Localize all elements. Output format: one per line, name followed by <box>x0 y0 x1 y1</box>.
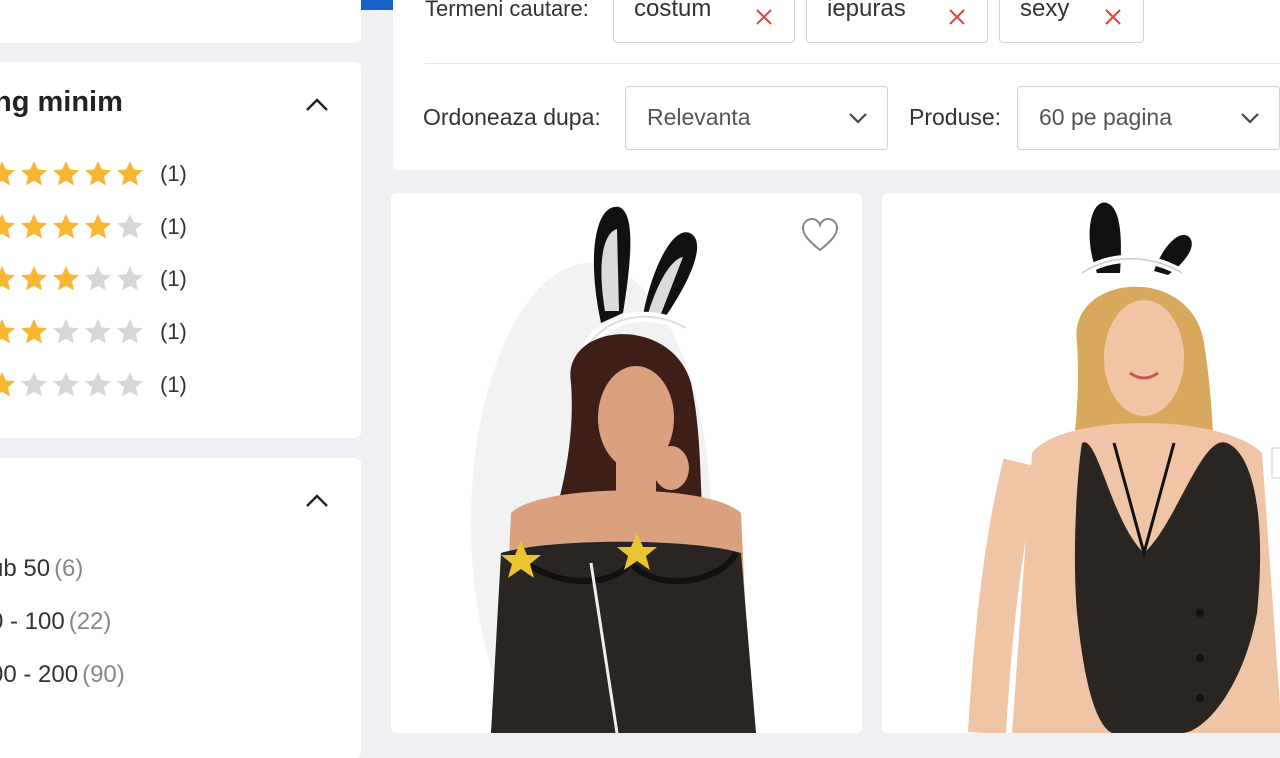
star-icon <box>82 158 114 190</box>
close-icon[interactable] <box>754 7 774 27</box>
star-icon <box>50 369 82 401</box>
sort-order-label: Ordoneaza dupa: <box>423 104 601 130</box>
star-icon <box>18 158 50 190</box>
star-icon <box>50 316 82 348</box>
heart-icon[interactable] <box>801 217 839 253</box>
sort-order-value: Relevanta <box>647 104 751 130</box>
price-range-label: 00 - 200 <box>0 661 79 688</box>
star-icon <box>50 263 82 295</box>
star-icon <box>0 263 18 295</box>
star-rating <box>0 369 146 401</box>
divider <box>425 63 1280 64</box>
price-option[interactable]: 00 - 200(90) <box>0 661 125 689</box>
star-icon <box>50 211 82 243</box>
star-icon <box>0 211 18 243</box>
rating-count: (1) <box>160 266 187 291</box>
star-icon <box>82 263 114 295</box>
price-range-count: (6) <box>54 555 84 582</box>
rating-filter-title: ng minim <box>0 86 123 118</box>
chevron-down-icon <box>1237 105 1263 131</box>
star-rating <box>0 263 146 295</box>
star-rating <box>0 316 146 348</box>
search-terms-label: Termeni cautare: <box>425 0 589 21</box>
chip-label: iepuras <box>827 0 906 22</box>
star-icon <box>18 316 50 348</box>
rating-option-5[interactable]: (1) <box>0 158 187 190</box>
chevron-up-icon[interactable] <box>304 488 330 514</box>
per-page-value: 60 pe pagina <box>1039 104 1173 130</box>
search-chip-costum: costum <box>613 0 795 43</box>
rating-count: (1) <box>160 214 187 239</box>
rating-count: (1) <box>160 319 187 344</box>
star-icon <box>82 211 114 243</box>
chip-label: sexy <box>1020 0 1070 22</box>
star-rating <box>0 211 146 243</box>
price-option[interactable]: 0 - 100(22) <box>0 608 111 636</box>
star-icon <box>114 263 146 295</box>
star-icon <box>0 316 18 348</box>
sort-order-select[interactable]: Relevanta <box>625 86 888 150</box>
search-chip-sexy: sexy <box>999 0 1144 43</box>
price-option[interactable]: ub 50(6) <box>0 555 83 583</box>
rating-option-3[interactable]: (1) <box>0 263 187 295</box>
chevron-up-icon[interactable] <box>304 92 330 118</box>
star-icon <box>114 316 146 348</box>
star-icon <box>82 316 114 348</box>
rating-count: (1) <box>160 161 187 186</box>
per-page-label: Produse: <box>909 104 1002 130</box>
product-card[interactable] <box>882 193 1280 733</box>
search-chip-iepuras: iepuras <box>806 0 988 43</box>
star-icon <box>18 369 50 401</box>
star-icon <box>18 211 50 243</box>
rating-count: (1) <box>160 372 187 397</box>
star-icon <box>114 158 146 190</box>
product-card[interactable] <box>391 193 862 733</box>
star-rating <box>0 158 146 190</box>
price-range-label: ub 50 <box>0 555 51 582</box>
star-icon <box>0 369 18 401</box>
product-image[interactable] <box>882 193 1280 733</box>
star-icon <box>18 263 50 295</box>
rating-option-1[interactable]: (1) <box>0 369 187 401</box>
product-image[interactable] <box>391 193 862 733</box>
close-icon[interactable] <box>947 7 967 27</box>
star-icon <box>82 369 114 401</box>
price-range-label: 0 - 100 <box>0 608 65 635</box>
chevron-down-icon <box>845 105 871 131</box>
chip-label: costum <box>634 0 712 22</box>
star-icon <box>114 211 146 243</box>
star-icon <box>114 369 146 401</box>
rating-option-2[interactable]: (1) <box>0 316 187 348</box>
per-page-select[interactable]: 60 pe pagina <box>1017 86 1280 150</box>
price-range-count: (22) <box>68 608 112 635</box>
price-range-count: (90) <box>82 661 125 688</box>
star-icon <box>50 158 82 190</box>
close-icon[interactable] <box>1103 7 1123 27</box>
rating-option-4[interactable]: (1) <box>0 211 187 243</box>
sidebar-card-top <box>0 0 361 43</box>
star-icon <box>0 158 18 190</box>
